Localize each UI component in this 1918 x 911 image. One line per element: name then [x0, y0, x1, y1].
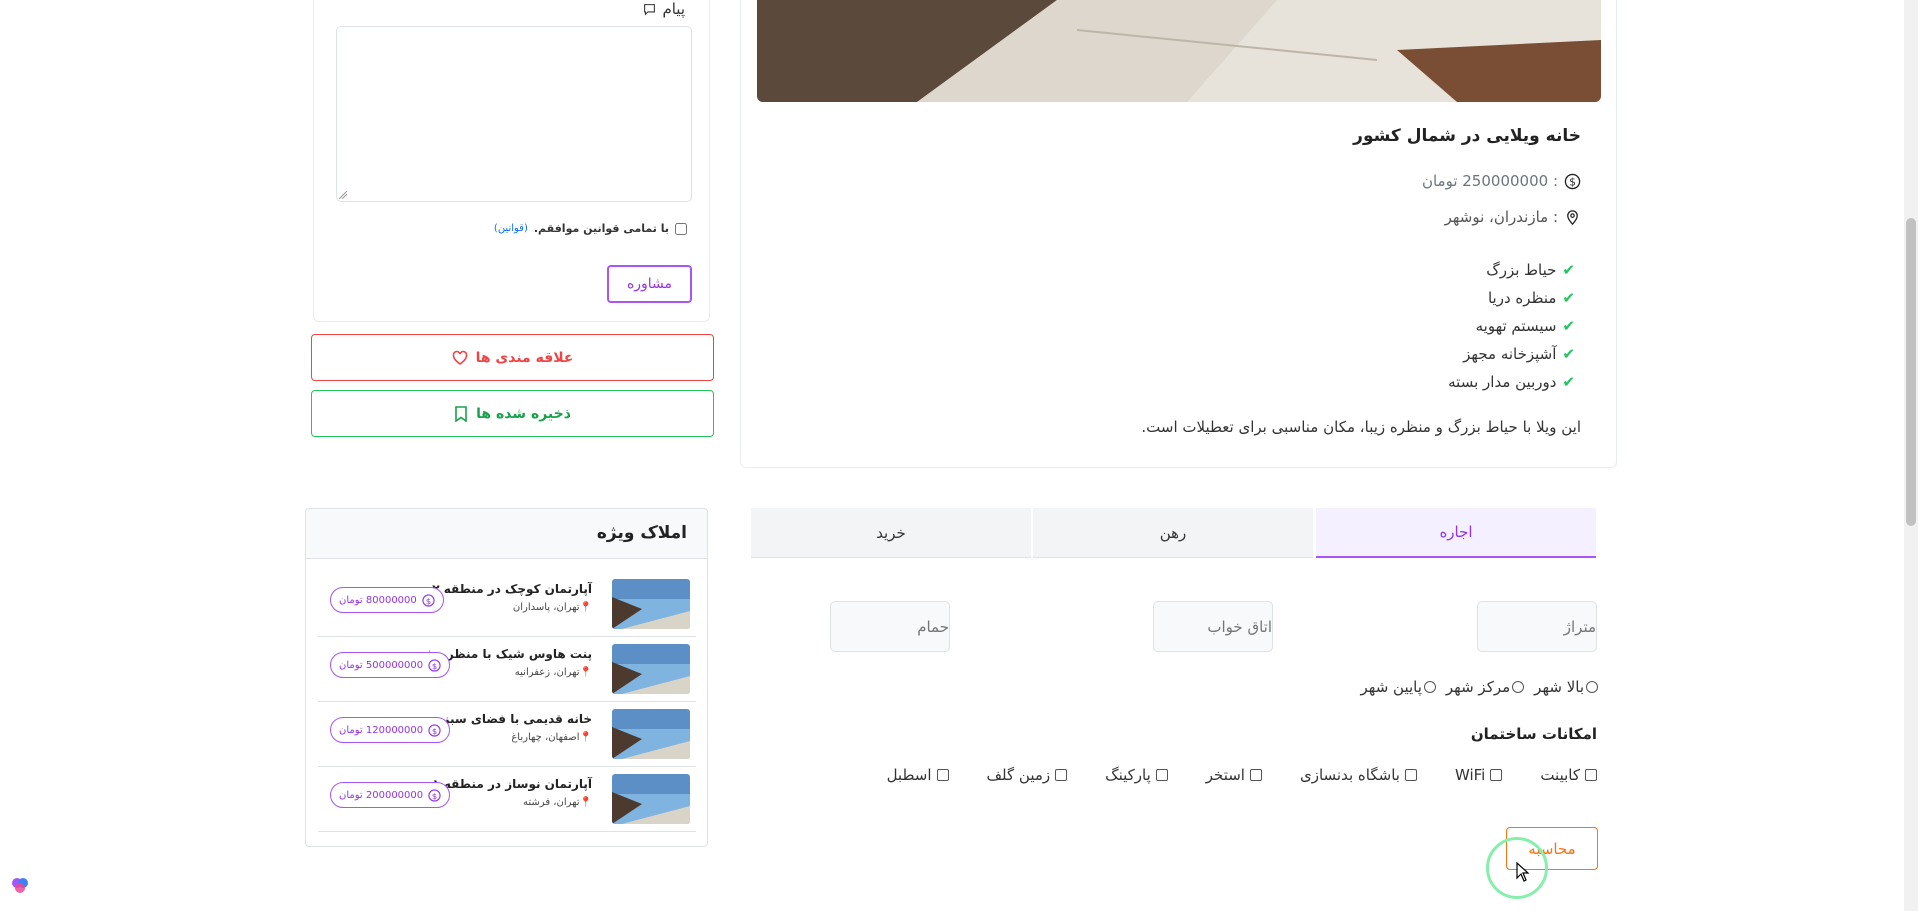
featured-item-location: 📍تهران، پاسداران — [512, 602, 592, 613]
property-image — [757, 0, 1601, 102]
featured-item-name: آپارتمان کوچک در منطقه ۲ — [432, 582, 592, 596]
featured-title: املاک ویژه — [596, 523, 687, 543]
amenity-gym[interactable]: باشگاه بدنسازی — [1300, 766, 1417, 784]
featured-item-name: آپارتمان نوساز در منطقه ۱ — [432, 777, 592, 791]
checkbox[interactable] — [1155, 769, 1168, 781]
feature-list: ✔ حیاط بزرگ ✔ منظره دریا ✔ سیستم تهویه ✔ آشپ… — [1448, 256, 1575, 396]
featured-item-price: $ 80000000 تومان — [330, 587, 444, 613]
checkbox[interactable] — [1490, 769, 1503, 781]
feature-item: ✔ منظره دریا — [1487, 289, 1575, 307]
svg-text:$: $ — [432, 725, 437, 735]
amenity-wifi[interactable]: WiFi — [1455, 766, 1503, 784]
radio-uptown[interactable]: بالا شهر — [1534, 678, 1598, 696]
featured-properties-card: املاک ویژه آپارتمان کوچک در منطقه ۲ 📍تهر… — [305, 508, 708, 847]
property-title: خانه ویلایی در شمال کشور — [1353, 126, 1581, 146]
featured-item[interactable]: آپارتمان نوساز در منطقه ۱ 📍تهران، فرشته … — [318, 767, 696, 832]
chat-icon — [644, 3, 656, 16]
message-textarea[interactable] — [336, 26, 692, 202]
radio-circle[interactable] — [1512, 681, 1525, 693]
tab-buy[interactable]: خرید — [751, 508, 1031, 558]
terms-checkbox[interactable] — [675, 222, 687, 235]
bedrooms-input[interactable] — [1153, 601, 1273, 652]
svg-text:$: $ — [432, 660, 437, 670]
heart-icon — [452, 350, 467, 365]
feature-item: ✔ حیاط بزرگ — [1486, 261, 1575, 279]
amenity-golf[interactable]: زمین گلف — [987, 766, 1068, 784]
feature-item: ✔ آشپزخانه مجهز — [1463, 345, 1575, 363]
dollar-icon: $ — [428, 788, 441, 802]
brain-extension-icon[interactable] — [8, 873, 32, 897]
check-icon: ✔ — [1562, 289, 1575, 307]
amenity-stable[interactable]: اسطبل — [887, 766, 949, 784]
mouse-cursor-icon — [1516, 862, 1530, 882]
svg-text:$: $ — [1569, 176, 1576, 188]
terms-row: با تمامی قوانین موافقم. (قوانین) — [494, 222, 687, 235]
featured-thumbnail[interactable] — [612, 774, 690, 824]
dollar-icon: $ — [428, 658, 441, 672]
dollar-icon: $ — [1564, 173, 1581, 189]
scrollbar-thumb[interactable] — [1906, 218, 1916, 526]
featured-thumbnail[interactable] — [612, 579, 690, 629]
featured-item[interactable]: خانه قدیمی با فضای سبز 📍اصفهان، چهارباغ … — [318, 702, 696, 767]
feature-item: ✔ سیستم تهویه — [1475, 317, 1575, 335]
featured-item-name: خانه قدیمی با فضای سبز — [442, 712, 593, 726]
location-pin-icon — [1567, 209, 1578, 225]
featured-item-price: $ 200000000 تومان — [330, 782, 451, 808]
radio-lower-city[interactable]: پایین شهر — [1361, 678, 1436, 696]
area-input[interactable] — [1477, 601, 1597, 652]
check-icon: ✔ — [1562, 345, 1575, 363]
amenity-pool[interactable]: استخر — [1206, 766, 1262, 784]
check-icon: ✔ — [1562, 317, 1575, 335]
contact-form-card: پیام با تمامی قوانین موافقم. (قوانین) مش… — [313, 0, 710, 322]
property-photo — [757, 0, 1601, 102]
featured-item-price: $ 120000000 تومان — [330, 717, 451, 743]
region-radio-group: بالا شهر مرکز شهر پایین شهر — [1361, 678, 1598, 696]
consult-button[interactable]: مشاوره — [607, 265, 692, 303]
featured-thumbnail[interactable] — [612, 644, 690, 694]
terms-link[interactable]: (قوانین) — [494, 223, 528, 234]
tab-mortgage[interactable]: رهن — [1033, 508, 1313, 558]
radio-circle[interactable] — [1423, 681, 1436, 693]
dollar-icon: $ — [428, 723, 441, 737]
radio-downtown[interactable]: مرکز شهر — [1446, 678, 1525, 696]
featured-item-location: 📍تهران، فرشته — [523, 797, 592, 808]
bookmark-icon — [455, 405, 467, 422]
feature-item: ✔ دوربین مدار بسته — [1448, 373, 1575, 391]
bathrooms-input[interactable] — [830, 601, 950, 652]
amenity-cabinet[interactable]: کابینت — [1540, 766, 1597, 784]
featured-thumbnail[interactable] — [612, 709, 690, 759]
checkbox[interactable] — [1055, 769, 1068, 781]
radio-circle[interactable] — [1586, 681, 1598, 693]
amenities-title: امکانات ساختمان — [1470, 725, 1597, 743]
checkbox[interactable] — [936, 769, 949, 781]
check-icon: ✔ — [1562, 261, 1575, 279]
featured-item[interactable]: آپارتمان کوچک در منطقه ۲ 📍تهران، پاسدارا… — [318, 572, 696, 637]
amenities-checkbox-group: کابینت WiFi باشگاه بدنسازی استخر پارکینگ… — [887, 766, 1597, 784]
message-label: پیام — [643, 0, 685, 18]
featured-item[interactable]: پنت هاوس شیک با منظره شهر 📍تهران، زعفران… — [318, 637, 696, 702]
featured-item-location: 📍تهران، زعفرانیه — [514, 667, 592, 678]
svg-text:$: $ — [432, 790, 437, 800]
terms-text: با تمامی قوانین موافقم. — [533, 222, 669, 235]
featured-item-location: 📍اصفهان، چهارباغ — [511, 732, 592, 743]
featured-item-price: $ 500000000 تومان — [330, 652, 451, 678]
saved-button[interactable]: ذخیره شده ها — [311, 390, 714, 437]
property-description: این ویلا با حیاط بزرگ و منظره زیبا، مکان… — [1141, 418, 1581, 436]
property-price: $ : 250000000 تومان — [1422, 172, 1581, 190]
favorites-button[interactable]: علاقه مندی ها — [311, 334, 714, 381]
amenity-parking[interactable]: پارکینگ — [1105, 766, 1168, 784]
featured-header: املاک ویژه — [306, 509, 707, 559]
property-location: : مازندران، نوشهر — [1445, 208, 1581, 226]
checkbox[interactable] — [1585, 769, 1597, 781]
tab-rent[interactable]: اجاره — [1316, 508, 1596, 558]
check-icon: ✔ — [1562, 373, 1575, 391]
checkbox[interactable] — [1249, 769, 1262, 781]
dollar-icon: $ — [422, 593, 435, 607]
svg-text:$: $ — [426, 595, 431, 605]
checkbox[interactable] — [1404, 769, 1417, 781]
resize-grip-icon[interactable] — [339, 191, 347, 199]
